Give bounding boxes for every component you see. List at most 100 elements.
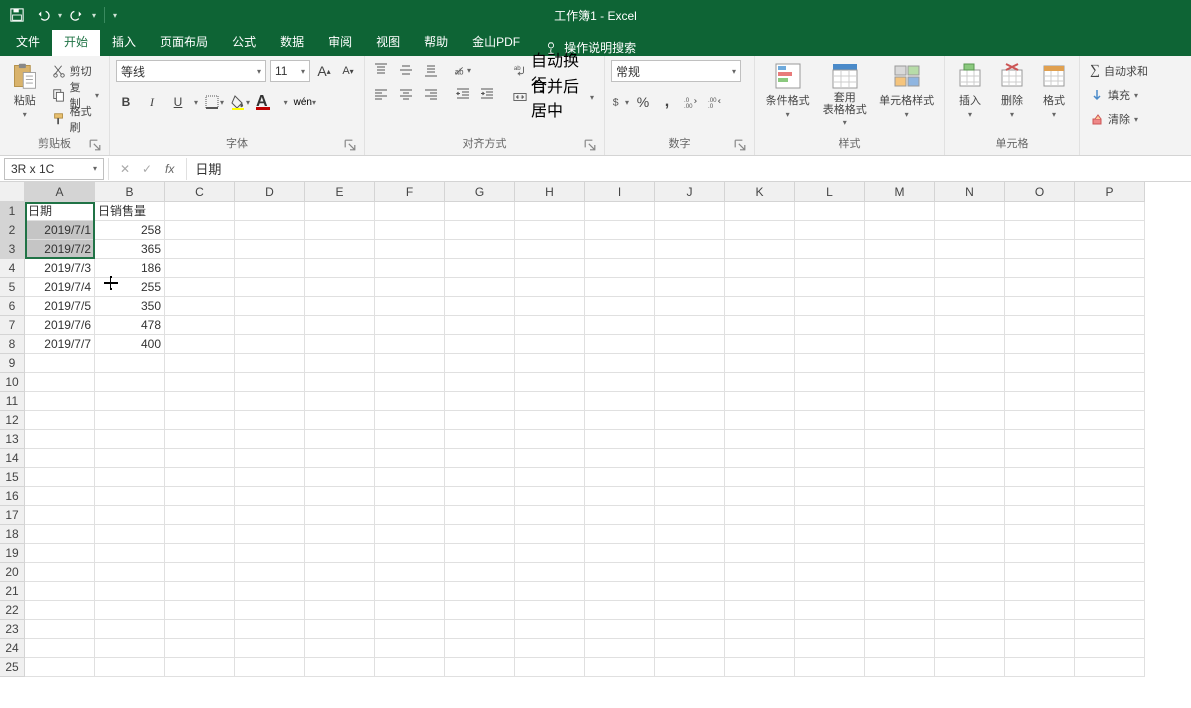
cell[interactable] bbox=[935, 335, 1005, 354]
cancel-formula-button[interactable]: ✕ bbox=[115, 159, 135, 179]
cell[interactable] bbox=[235, 278, 305, 297]
cell[interactable] bbox=[655, 582, 725, 601]
cell[interactable] bbox=[445, 525, 515, 544]
cell[interactable] bbox=[1005, 487, 1075, 506]
cell[interactable] bbox=[25, 373, 95, 392]
cell[interactable] bbox=[25, 468, 95, 487]
cell[interactable] bbox=[25, 658, 95, 677]
cell[interactable] bbox=[165, 468, 235, 487]
clipboard-dialog-launcher[interactable] bbox=[89, 139, 101, 151]
cell[interactable] bbox=[1075, 582, 1145, 601]
cell[interactable] bbox=[585, 202, 655, 221]
align-middle-button[interactable] bbox=[396, 60, 416, 80]
cell[interactable] bbox=[795, 487, 865, 506]
name-box[interactable]: 3R x 1C ▾ bbox=[4, 158, 104, 180]
cell[interactable] bbox=[655, 316, 725, 335]
cell[interactable] bbox=[865, 373, 935, 392]
cell[interactable] bbox=[1075, 335, 1145, 354]
cell[interactable] bbox=[165, 240, 235, 259]
cell[interactable] bbox=[235, 525, 305, 544]
cell[interactable] bbox=[655, 639, 725, 658]
cell[interactable] bbox=[655, 297, 725, 316]
cell[interactable] bbox=[795, 392, 865, 411]
cell[interactable] bbox=[445, 563, 515, 582]
fx-icon[interactable]: fx bbox=[159, 162, 180, 176]
cell[interactable]: 365 bbox=[95, 240, 165, 259]
cell[interactable] bbox=[1075, 411, 1145, 430]
cell[interactable] bbox=[585, 221, 655, 240]
cell[interactable] bbox=[375, 468, 445, 487]
tab-view[interactable]: 视图 bbox=[364, 29, 412, 56]
delete-cells-button[interactable]: 删除▾ bbox=[993, 60, 1031, 135]
cell[interactable] bbox=[795, 335, 865, 354]
cell[interactable] bbox=[515, 202, 585, 221]
cell[interactable] bbox=[585, 259, 655, 278]
column-header[interactable]: L bbox=[795, 182, 865, 202]
cell[interactable] bbox=[235, 563, 305, 582]
tab-home[interactable]: 开始 bbox=[52, 29, 100, 56]
cell[interactable] bbox=[305, 582, 375, 601]
cell[interactable] bbox=[935, 240, 1005, 259]
cell[interactable] bbox=[725, 278, 795, 297]
cell[interactable] bbox=[375, 563, 445, 582]
cell[interactable] bbox=[1075, 392, 1145, 411]
cell[interactable] bbox=[305, 278, 375, 297]
cell[interactable] bbox=[795, 563, 865, 582]
cell[interactable] bbox=[25, 620, 95, 639]
cell[interactable] bbox=[655, 506, 725, 525]
cell[interactable] bbox=[725, 525, 795, 544]
cell[interactable] bbox=[375, 506, 445, 525]
cell[interactable] bbox=[795, 354, 865, 373]
cell[interactable] bbox=[375, 392, 445, 411]
cell[interactable] bbox=[935, 392, 1005, 411]
cell[interactable] bbox=[445, 221, 515, 240]
cell[interactable] bbox=[585, 240, 655, 259]
cell[interactable] bbox=[25, 487, 95, 506]
cell[interactable] bbox=[1005, 525, 1075, 544]
cell[interactable] bbox=[515, 639, 585, 658]
cell[interactable] bbox=[305, 354, 375, 373]
align-top-button[interactable] bbox=[371, 60, 391, 80]
cell[interactable] bbox=[165, 316, 235, 335]
clear-button[interactable]: 清除▾ bbox=[1086, 108, 1152, 130]
cell[interactable] bbox=[235, 354, 305, 373]
cell[interactable] bbox=[1075, 430, 1145, 449]
cell[interactable] bbox=[795, 620, 865, 639]
cell[interactable] bbox=[1075, 525, 1145, 544]
row-header[interactable]: 22 bbox=[0, 601, 25, 620]
cell[interactable] bbox=[1005, 259, 1075, 278]
cell[interactable] bbox=[95, 525, 165, 544]
cell[interactable] bbox=[305, 411, 375, 430]
cell[interactable] bbox=[95, 487, 165, 506]
cell[interactable] bbox=[585, 392, 655, 411]
cell[interactable] bbox=[795, 259, 865, 278]
cell[interactable] bbox=[935, 411, 1005, 430]
cell[interactable] bbox=[935, 563, 1005, 582]
cell[interactable] bbox=[1005, 620, 1075, 639]
cell[interactable] bbox=[515, 297, 585, 316]
cell[interactable] bbox=[865, 202, 935, 221]
column-header[interactable]: A bbox=[25, 182, 95, 202]
cell[interactable] bbox=[795, 544, 865, 563]
cell[interactable] bbox=[1005, 430, 1075, 449]
cell[interactable] bbox=[1005, 373, 1075, 392]
comma-button[interactable]: , bbox=[657, 92, 677, 112]
cell[interactable] bbox=[165, 449, 235, 468]
row-header[interactable]: 23 bbox=[0, 620, 25, 639]
cell[interactable] bbox=[165, 354, 235, 373]
cell[interactable] bbox=[445, 392, 515, 411]
cell[interactable] bbox=[375, 221, 445, 240]
row-header[interactable]: 14 bbox=[0, 449, 25, 468]
cell[interactable] bbox=[1075, 487, 1145, 506]
cell[interactable] bbox=[725, 506, 795, 525]
cell[interactable] bbox=[1005, 221, 1075, 240]
cell[interactable]: 2019/7/5 bbox=[25, 297, 95, 316]
cell[interactable] bbox=[725, 354, 795, 373]
cell[interactable] bbox=[95, 430, 165, 449]
cell[interactable] bbox=[445, 316, 515, 335]
cell[interactable] bbox=[25, 639, 95, 658]
cell[interactable] bbox=[515, 449, 585, 468]
cell[interactable] bbox=[25, 563, 95, 582]
cell[interactable] bbox=[865, 658, 935, 677]
column-header[interactable]: N bbox=[935, 182, 1005, 202]
